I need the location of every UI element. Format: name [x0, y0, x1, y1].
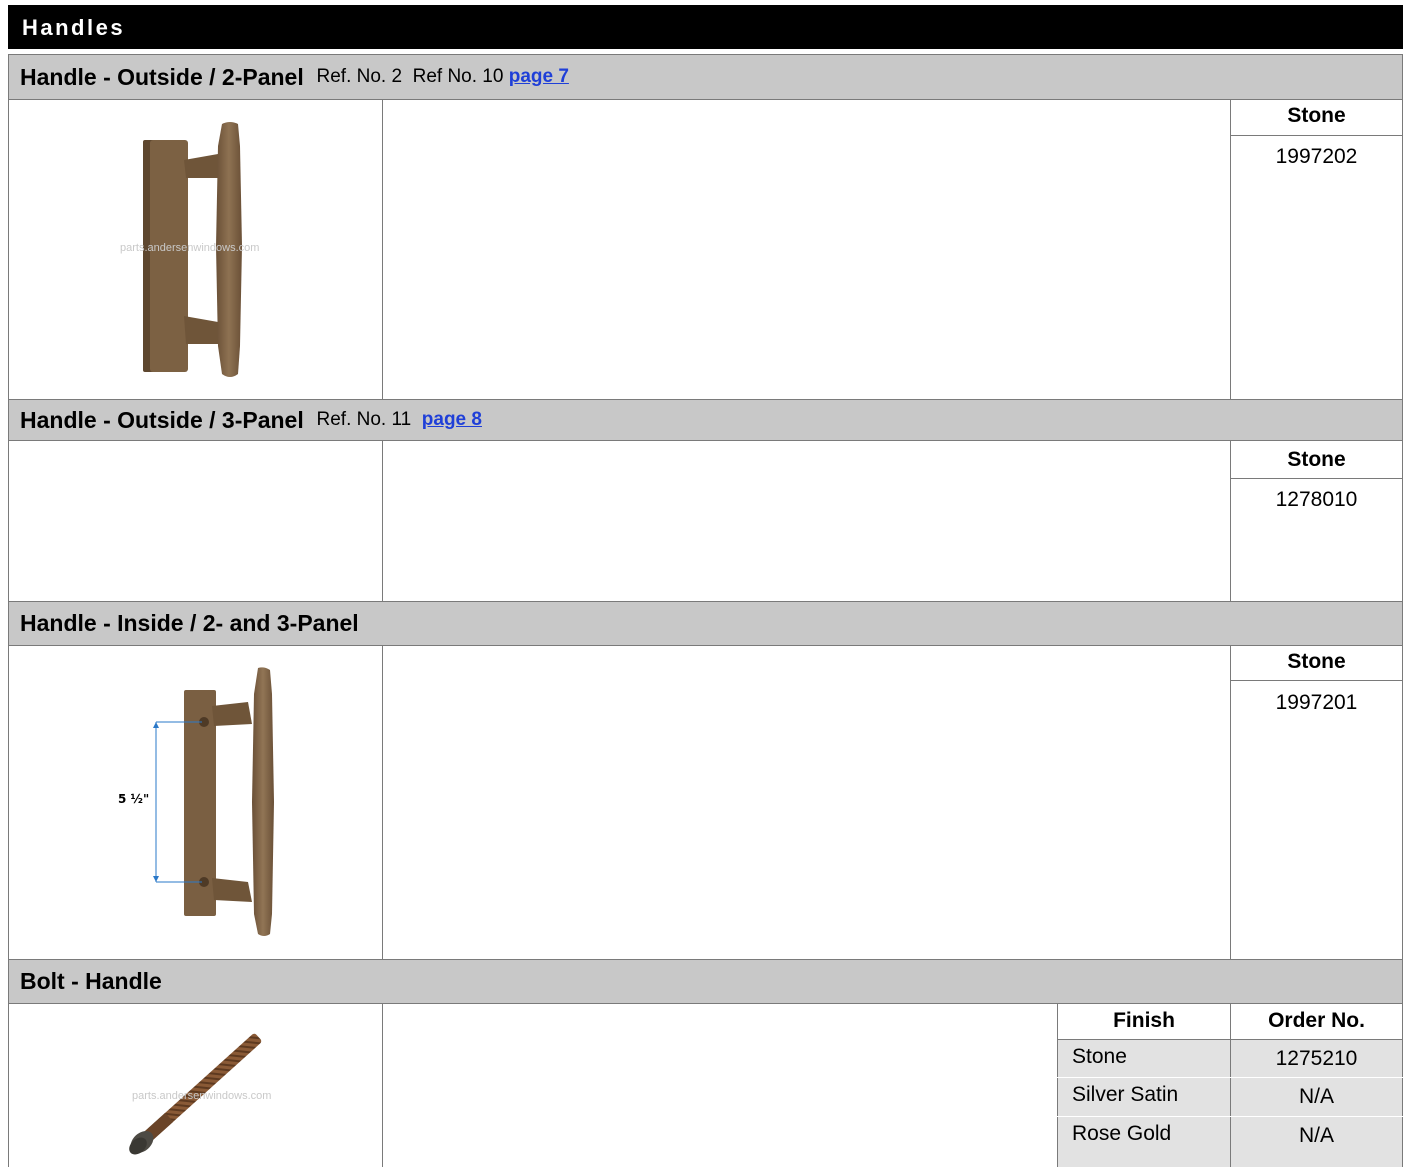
section-header-outside-2-panel: Handle - Outside / 2-Panel Ref. No. 2 Re… [8, 54, 1403, 100]
divider [1230, 135, 1403, 136]
dimension-label: 5 ½" [118, 792, 150, 806]
section-title: Bolt - Handle [20, 968, 162, 994]
section-header-bolt: Bolt - Handle [8, 959, 1403, 1004]
finish-header: Stone [1287, 104, 1346, 127]
order-cell: N/A [1231, 1078, 1402, 1116]
divider [382, 440, 383, 601]
order-cell: N/A [1231, 1117, 1402, 1167]
divider [8, 645, 9, 960]
watermark: parts.andersenwindows.com [132, 1090, 272, 1102]
section-header-inside: Handle - Inside / 2- and 3-Panel [8, 601, 1403, 646]
divider [382, 645, 383, 960]
page-7-link[interactable]: page 7 [509, 66, 569, 88]
divider [8, 1003, 9, 1167]
section-title: Handle - Outside / 2-Panel [20, 63, 304, 90]
section-title: Handle - Outside / 3-Panel [20, 406, 304, 433]
divider [8, 99, 9, 399]
section-title: Handle - Inside / 2- and 3-Panel [20, 610, 359, 636]
page-8-link[interactable]: page 8 [422, 409, 482, 431]
finish-header: Stone [1287, 650, 1346, 673]
finish-cell: Stone [1058, 1040, 1230, 1077]
divider [8, 440, 9, 601]
order-column-header: Order No. [1268, 1009, 1365, 1032]
section-header-outside-3-panel: Handle - Outside / 3-Panel Ref. No. 11 p… [8, 399, 1403, 441]
order-number: 1997201 [1275, 691, 1358, 714]
order-number: 1278010 [1275, 488, 1358, 511]
page-title: Handles [8, 5, 1403, 49]
order-cell: 1275210 [1231, 1040, 1402, 1077]
finish-column-header: Finish [1113, 1009, 1175, 1032]
watermark: parts.andersenwindows.com [120, 242, 260, 254]
inside-handle-image [153, 667, 274, 936]
divider [382, 1003, 383, 1167]
ref-numbers: Ref. No. 2 Ref No. 10 [316, 66, 509, 87]
divider [1230, 680, 1403, 681]
ref-numbers: Ref. No. 11 [316, 409, 422, 430]
divider [1230, 478, 1403, 479]
finish-cell: Silver Satin [1058, 1078, 1230, 1116]
order-number: 1997202 [1275, 145, 1358, 168]
finish-header: Stone [1287, 448, 1346, 471]
divider [382, 99, 383, 399]
finish-cell: Rose Gold [1058, 1117, 1230, 1167]
